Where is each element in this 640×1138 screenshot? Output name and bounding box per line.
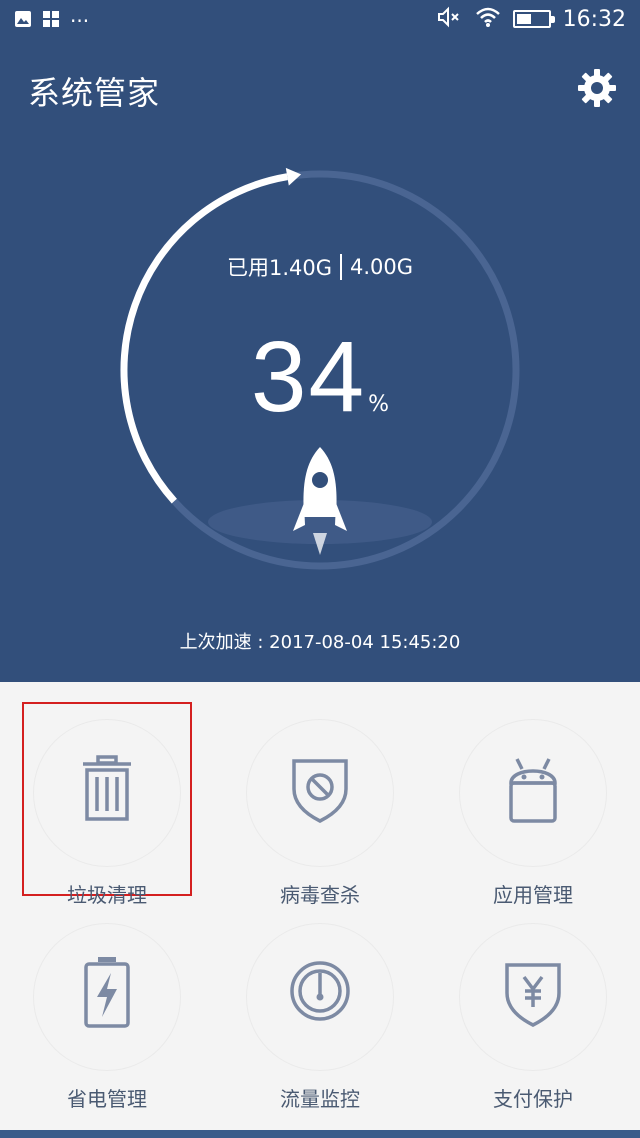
wifi-icon — [475, 6, 501, 32]
tools-grid: 垃圾清理 病毒查杀 应用管理 省电管理 流量监控 支付保护 — [0, 682, 640, 1138]
tool-junk-cleanup[interactable]: 垃圾清理 — [22, 702, 192, 907]
status-bar: ··· 16:32 — [0, 0, 640, 44]
memory-used: 已用1.40G — [226, 256, 332, 280]
gear-icon — [578, 69, 616, 107]
memory-usage: 已用1.40G 4.00G — [0, 252, 640, 282]
percent-sign: % — [368, 392, 390, 417]
shield-block-icon — [292, 759, 348, 823]
gauge-icon — [290, 961, 350, 1021]
tool-label: 省电管理 — [67, 1087, 147, 1111]
header-panel: ··· 16:32 系统管家 已用1.40G 4.00G 34% 上次加速: … — [0, 0, 640, 682]
rocket-icon[interactable] — [285, 445, 355, 560]
trash-icon — [83, 755, 131, 821]
memory-percent: 34% — [0, 320, 640, 435]
tool-payment-protection[interactable]: 支付保护 — [450, 908, 616, 1111]
tool-label: 流量监控 — [280, 1087, 360, 1111]
memory-total: 4.00G — [350, 255, 414, 279]
percent-value: 34 — [250, 321, 367, 433]
last-boost-time: 上次加速 : 2017-08-04 15:45:20 — [179, 632, 461, 653]
clock: 16:32 — [562, 6, 626, 32]
memory-divider — [340, 254, 342, 280]
battery-bolt-icon — [84, 957, 130, 1028]
tool-label: 病毒查杀 — [280, 883, 360, 907]
page-title: 系统管家 — [28, 74, 161, 112]
tool-app-management[interactable]: 应用管理 — [450, 704, 616, 907]
settings-button[interactable] — [576, 67, 618, 109]
more-dots-icon: ··· — [70, 9, 90, 33]
bottom-edge — [0, 1130, 640, 1138]
mute-icon — [437, 6, 463, 32]
tool-label: 应用管理 — [493, 883, 573, 907]
tool-traffic-monitor[interactable]: 流量监控 — [237, 908, 403, 1111]
tool-label: 垃圾清理 — [67, 883, 147, 907]
tool-label: 支付保护 — [493, 1087, 573, 1111]
image-icon — [14, 10, 32, 32]
battery-icon — [512, 10, 555, 28]
app-grid-icon — [42, 10, 60, 32]
android-icon — [509, 758, 557, 823]
tool-power-saving[interactable]: 省电管理 — [24, 908, 190, 1111]
tool-virus-scan[interactable]: 病毒查杀 — [237, 704, 403, 907]
yen-shield-icon — [505, 963, 561, 1027]
